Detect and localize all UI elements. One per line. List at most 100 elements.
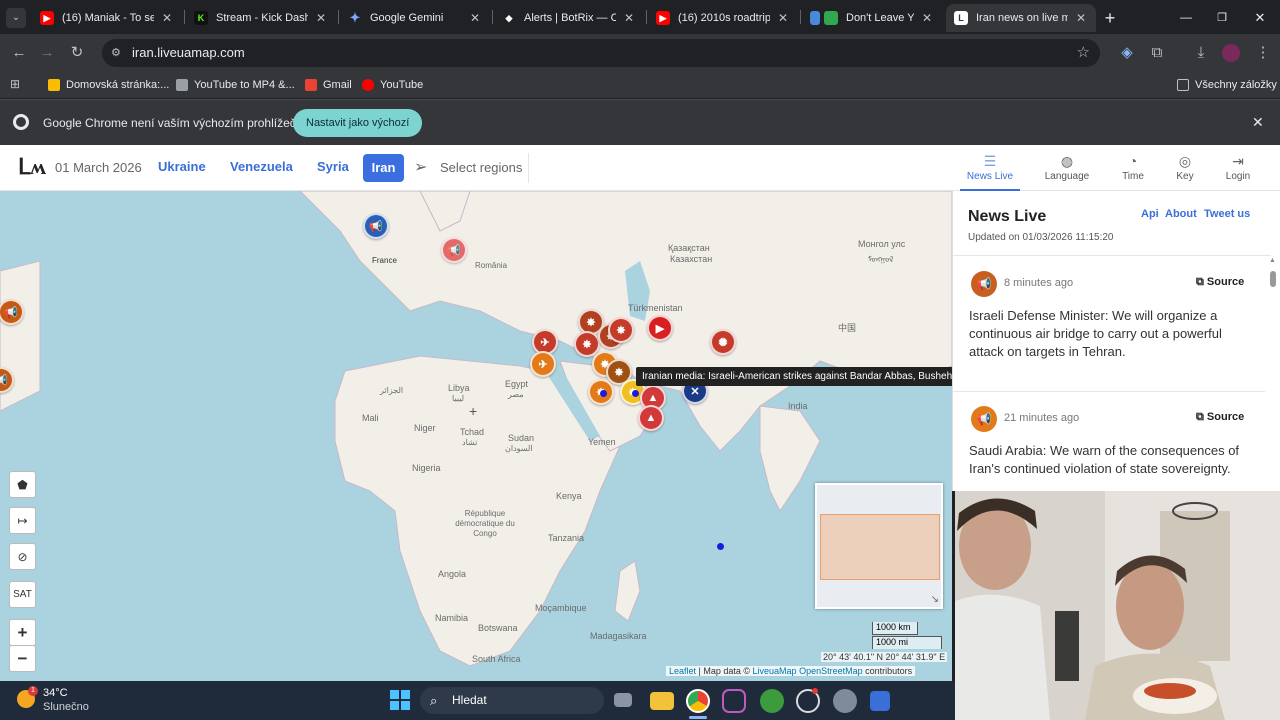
nav-venezuela[interactable]: Venezuela: [230, 159, 293, 174]
instagram-icon[interactable]: [722, 689, 746, 713]
minimap-toggle-icon[interactable]: ↘: [931, 594, 939, 605]
protest-marker[interactable]: ✺: [710, 329, 736, 355]
weather-temp[interactable]: 34°C: [43, 687, 68, 699]
tab-news-live[interactable]: ☰ News Live: [960, 151, 1020, 191]
explosion-marker[interactable]: ▲: [638, 405, 664, 431]
osm-link[interactable]: OpenStreetMap: [799, 666, 863, 676]
profile-avatar[interactable]: [1222, 44, 1240, 62]
select-regions[interactable]: Select regions: [440, 160, 522, 175]
about-link[interactable]: About: [1165, 208, 1197, 220]
reload-icon[interactable]: ↻: [66, 42, 88, 64]
strike-marker[interactable]: ✸: [608, 317, 634, 343]
address-bar[interactable]: ⚙ iran.liveuamap.com ☆: [102, 39, 1100, 67]
sheet-icon: [824, 11, 838, 25]
megaphone-icon: 📢: [971, 271, 997, 297]
tab-kick[interactable]: K Stream - Kick Dashbo ✕: [186, 4, 336, 32]
close-tab-icon[interactable]: ✕: [776, 11, 790, 25]
menu-icon[interactable]: ⋮: [1252, 42, 1274, 64]
close-window-icon[interactable]: ✕: [1250, 8, 1270, 28]
taskbar-search[interactable]: ⌕ Hledat: [420, 687, 604, 714]
tab-maniak[interactable]: ▶ (16) Maniak - To sem ✕: [32, 4, 182, 32]
nav-syria[interactable]: Syria: [317, 159, 349, 174]
site-info-icon[interactable]: ⚙: [111, 39, 121, 67]
tab-login[interactable]: ⇥ Login: [1208, 151, 1268, 182]
bookmark-gmail[interactable]: Gmail: [305, 77, 352, 93]
label-mali: Mali: [362, 413, 379, 423]
label-botswana: Botswana: [478, 623, 518, 633]
xbox-icon[interactable]: [760, 689, 784, 713]
liveuamap-link[interactable]: LiveuaMap: [753, 666, 797, 676]
page-icon: [810, 11, 820, 25]
map-view[interactable]: France România Қазақстан Казахстан Монго…: [0, 191, 952, 681]
apps-icon[interactable]: ⊞: [10, 77, 20, 91]
leaflet-link[interactable]: Leaflet: [669, 666, 696, 676]
nav-iran[interactable]: Iran: [363, 154, 404, 182]
current-date[interactable]: 01 March 2026: [55, 160, 142, 175]
tab-language[interactable]: ◍ Language: [1037, 151, 1097, 182]
extensions-puzzle-icon[interactable]: ⧉: [1146, 42, 1168, 64]
source-link[interactable]: ⧉ Source: [1196, 276, 1244, 289]
minimap[interactable]: ↘: [815, 483, 943, 609]
weather-text[interactable]: Slunečno: [43, 701, 89, 713]
measure-tool-button[interactable]: ↦: [9, 507, 36, 534]
settings-icon[interactable]: [833, 689, 857, 713]
gemini-icon: ✦: [349, 10, 361, 25]
tab-botrix[interactable]: ◆ Alerts | BotRix — Clo ✕: [494, 4, 644, 32]
scrollbar[interactable]: ▲: [1269, 257, 1277, 491]
extension-icon[interactable]: ◈: [1116, 42, 1138, 64]
task-view-icon[interactable]: [614, 693, 632, 707]
bookmark-youtube[interactable]: YouTube: [362, 77, 423, 93]
close-tab-icon[interactable]: ✕: [920, 11, 934, 25]
strike-marker[interactable]: ✈: [530, 351, 556, 377]
set-default-button[interactable]: Nastavit jako výchozí: [293, 109, 423, 137]
zoom-in-button[interactable]: +: [9, 619, 36, 646]
back-icon[interactable]: ←: [8, 42, 30, 64]
forward-icon[interactable]: →: [36, 42, 58, 64]
file-explorer-icon[interactable]: [650, 692, 674, 710]
hide-layer-button[interactable]: ⊘: [9, 543, 36, 570]
tab-strip: ⌄ ▶ (16) Maniak - To sem ✕ K Stream - Ki…: [0, 0, 1280, 34]
source-link[interactable]: ⧉ Source: [1196, 411, 1244, 424]
tab-key[interactable]: ◎ Key: [1155, 151, 1215, 182]
video-marker[interactable]: ▶: [647, 315, 673, 341]
nav-ukraine[interactable]: Ukraine: [158, 159, 206, 174]
minimize-icon[interactable]: —: [1176, 8, 1196, 28]
location-dot[interactable]: [632, 390, 639, 397]
all-bookmarks[interactable]: Všechny záložky: [1177, 77, 1277, 93]
tab-dont-leave[interactable]: Don't Leave Yet! ✕: [802, 4, 942, 32]
download-icon[interactable]: ⤓: [1190, 42, 1212, 64]
location-dot[interactable]: [600, 390, 607, 397]
tab-roadtrip[interactable]: ▶ (16) 2010s roadtrip n ✕: [648, 4, 798, 32]
close-tab-icon[interactable]: ✕: [468, 11, 482, 25]
satellite-toggle[interactable]: SAT: [9, 581, 36, 608]
compass-icon: ◎: [1178, 153, 1192, 169]
close-infobar-icon[interactable]: ✕: [1252, 114, 1264, 131]
close-tab-icon[interactable]: ✕: [160, 11, 174, 25]
windows-start-icon[interactable]: [390, 690, 410, 710]
new-tab-icon[interactable]: +: [1100, 8, 1120, 28]
zoom-out-button[interactable]: −: [9, 645, 36, 672]
bookmark-star-icon[interactable]: ☆: [1077, 39, 1090, 67]
tab-time[interactable]: ◔ Time: [1103, 151, 1163, 182]
news-time: 21 minutes ago: [1004, 412, 1080, 424]
tweet-us-link[interactable]: Tweet us: [1204, 208, 1250, 220]
news-panel: News Live Api About Tweet us Updated on …: [952, 191, 1280, 491]
bookmark-domovska[interactable]: Domovská stránka:...: [48, 77, 169, 93]
close-tab-icon[interactable]: ✕: [622, 11, 636, 25]
chrome-icon[interactable]: [686, 689, 710, 713]
label-madagascar: Madagasikara: [590, 631, 647, 641]
app-icon[interactable]: [870, 691, 890, 711]
liveuamap-logo[interactable]: Ⅼʍ: [18, 154, 46, 180]
megaphone-marker[interactable]: 📢: [363, 213, 389, 239]
api-link[interactable]: Api: [1141, 208, 1159, 220]
megaphone-marker[interactable]: 📢: [441, 237, 467, 263]
location-dot[interactable]: [717, 543, 724, 550]
bookmark-youtube-mp4[interactable]: YouTube to MP4 &...: [176, 77, 295, 93]
tab-iran-news[interactable]: L Iran news on live ma ✕: [946, 4, 1096, 32]
tab-gemini[interactable]: ✦ Google Gemini ✕: [340, 4, 490, 32]
close-tab-icon[interactable]: ✕: [1074, 11, 1088, 25]
polygon-tool-button[interactable]: ⬟: [9, 471, 36, 498]
tab-search-button[interactable]: ⌄: [6, 8, 26, 28]
close-tab-icon[interactable]: ✕: [314, 11, 328, 25]
restore-icon[interactable]: ❐: [1212, 8, 1232, 28]
